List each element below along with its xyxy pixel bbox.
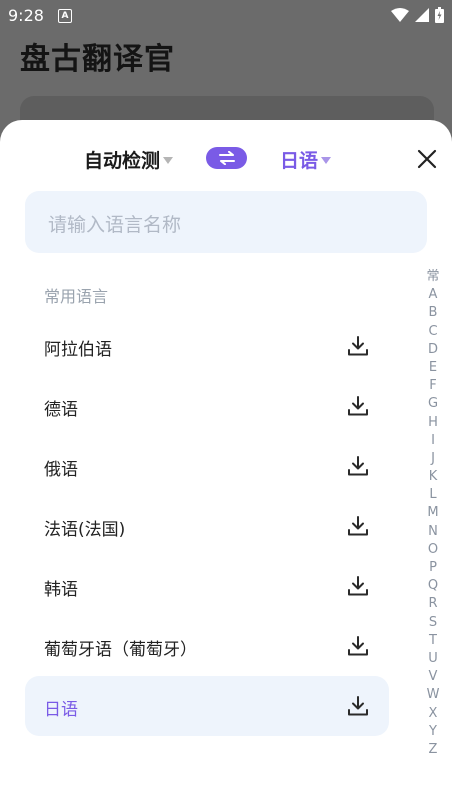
language-picker-sheet: 自动检测 日语 请输入语言名称 常用语言 阿拉伯语 德语 俄语 法语(法国) 韩…	[0, 120, 452, 803]
index-letter[interactable]: H	[428, 414, 438, 432]
language-switch-bar: 自动检测 日语	[0, 120, 452, 196]
index-letter[interactable]: T	[429, 632, 437, 650]
download-icon[interactable]	[347, 575, 369, 597]
index-letter[interactable]: E	[429, 359, 437, 377]
index-letter[interactable]: U	[428, 650, 438, 668]
language-name: 德语	[44, 400, 78, 420]
index-letter[interactable]: A	[429, 286, 438, 304]
status-bar: 9:28 A	[0, 0, 452, 32]
download-icon[interactable]	[347, 395, 369, 417]
index-letter[interactable]: B	[429, 304, 438, 322]
index-letter[interactable]: D	[428, 341, 438, 359]
search-placeholder: 请输入语言名称	[48, 214, 182, 236]
index-letter[interactable]: 常	[426, 268, 439, 286]
common-languages-heading: 常用语言	[44, 287, 109, 306]
index-letter[interactable]: X	[429, 705, 438, 723]
index-letter[interactable]: K	[429, 468, 438, 486]
download-icon[interactable]	[347, 455, 369, 477]
index-letter[interactable]: Y	[429, 723, 437, 741]
language-search-input[interactable]: 请输入语言名称	[25, 191, 427, 253]
target-language-selector[interactable]: 日语	[280, 146, 332, 173]
signal-icon	[415, 8, 429, 22]
source-language-selector[interactable]: 自动检测	[84, 146, 174, 173]
close-icon[interactable]	[416, 148, 438, 170]
index-letter[interactable]: G	[428, 395, 438, 413]
index-letter[interactable]: V	[429, 668, 438, 686]
index-letter[interactable]: P	[429, 559, 437, 577]
language-name: 日语	[44, 700, 78, 720]
notification-badge-icon: A	[58, 9, 72, 23]
battery-icon	[435, 7, 444, 23]
dropdown-arrow-icon	[163, 157, 174, 164]
index-letter[interactable]: J	[431, 450, 435, 468]
download-icon[interactable]	[347, 515, 369, 537]
index-letter[interactable]: F	[429, 377, 436, 395]
download-icon[interactable]	[347, 335, 369, 357]
language-item[interactable]: 德语	[25, 376, 389, 436]
source-language-label: 自动检测	[84, 150, 161, 172]
language-item[interactable]: 阿拉伯语	[25, 316, 389, 376]
target-language-label: 日语	[280, 150, 319, 172]
language-name: 韩语	[44, 580, 78, 600]
language-item[interactable]: 法语(法国)	[25, 496, 389, 556]
index-letter[interactable]: N	[428, 523, 438, 541]
index-letter[interactable]: Z	[429, 741, 438, 759]
alphabet-index-bar[interactable]: 常ABCDEFGHIJKLMNOPQRSTUVWXYZ	[424, 268, 442, 759]
index-letter[interactable]: M	[427, 504, 438, 522]
language-item[interactable]: 葡萄牙语（葡萄牙）	[25, 616, 389, 676]
wifi-icon	[391, 8, 409, 22]
dropdown-arrow-icon	[321, 157, 332, 164]
language-item[interactable]: 俄语	[25, 436, 389, 496]
language-item[interactable]: 韩语	[25, 556, 389, 616]
app-title: 盘古翻译官	[20, 42, 175, 77]
status-time: 9:28	[8, 6, 44, 25]
index-letter[interactable]: C	[428, 323, 437, 341]
language-name: 阿拉伯语	[44, 340, 112, 360]
index-letter[interactable]: R	[428, 595, 437, 613]
index-letter[interactable]: O	[428, 541, 438, 559]
index-letter[interactable]: S	[429, 614, 437, 632]
download-icon[interactable]	[347, 635, 369, 657]
status-icons	[391, 7, 444, 23]
index-letter[interactable]: I	[431, 432, 435, 450]
swap-arrows-icon	[218, 151, 235, 165]
language-name: 俄语	[44, 460, 78, 480]
index-letter[interactable]: Q	[428, 577, 438, 595]
language-item-selected[interactable]: 日语	[25, 676, 389, 736]
swap-languages-button[interactable]	[206, 147, 247, 169]
index-letter[interactable]: L	[429, 486, 436, 504]
download-icon[interactable]	[347, 695, 369, 717]
language-list: 阿拉伯语 德语 俄语 法语(法国) 韩语 葡萄牙语（葡萄牙） 日语	[25, 316, 389, 736]
language-name: 法语(法国)	[44, 520, 126, 540]
index-letter[interactable]: W	[427, 686, 440, 704]
language-name: 葡萄牙语（葡萄牙）	[44, 640, 197, 660]
